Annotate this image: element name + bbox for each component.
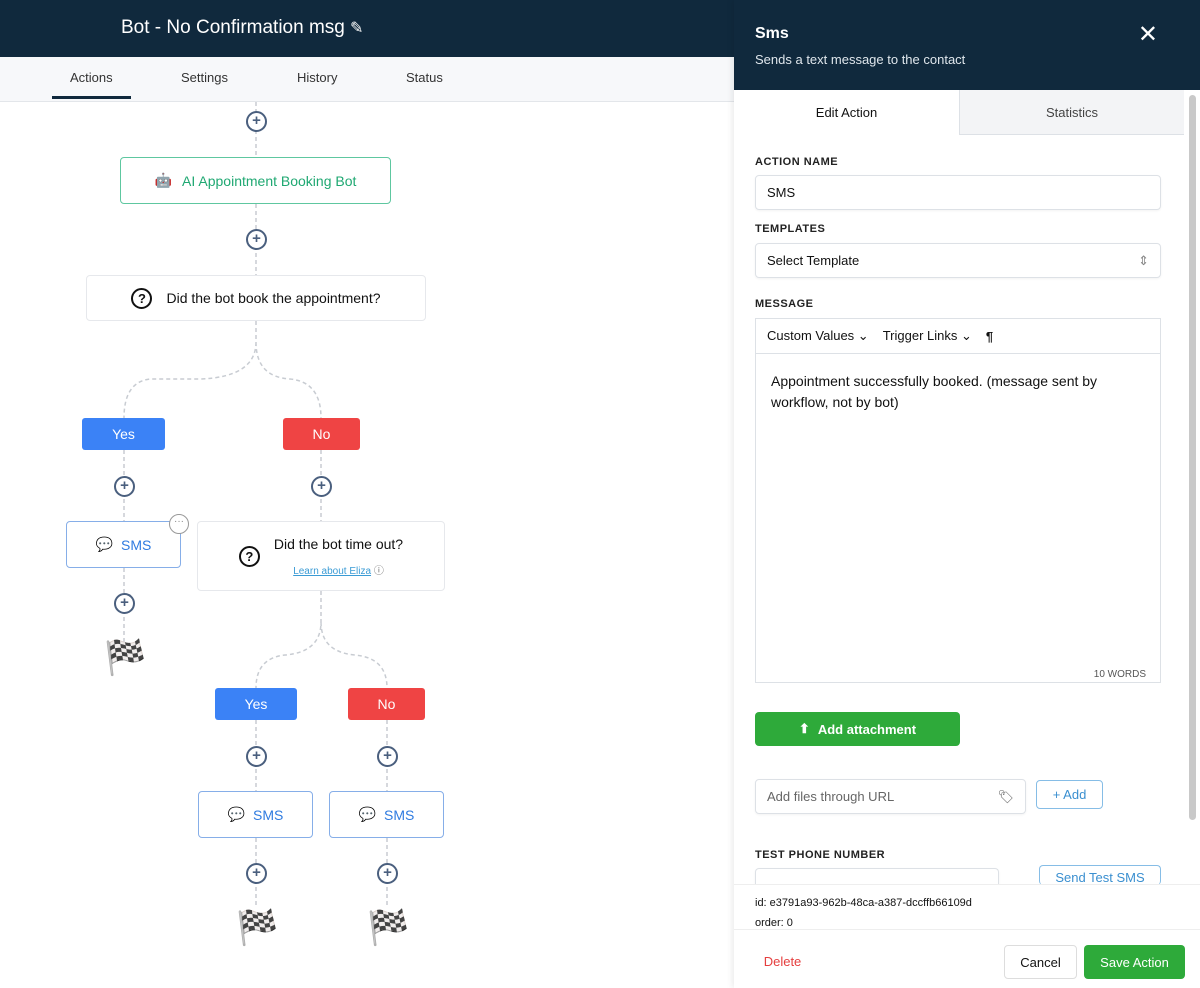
panel-tabs: Edit Action Statistics (734, 90, 1184, 135)
chat-icon: 💬 (95, 536, 114, 552)
robot-icon: 🤖 (154, 172, 173, 188)
question-icon: ? (238, 545, 260, 567)
paragraph-icon[interactable]: ¶ (986, 329, 993, 344)
close-icon[interactable]: ✕ (1138, 20, 1158, 49)
tab-actions[interactable]: Actions (52, 70, 131, 99)
cancel-button[interactable]: Cancel (1004, 945, 1077, 979)
sms-label: SMS (384, 806, 415, 823)
action-order: order: 0 (755, 917, 793, 929)
tab-edit-action[interactable]: Edit Action (734, 90, 959, 135)
branch-yes[interactable]: Yes (215, 688, 297, 720)
info-icon: ⓘ (373, 565, 384, 577)
action-id: id: e3791a93-962b-48ca-a387-dccffb66109d (755, 897, 972, 909)
chat-icon: 💬 (227, 806, 246, 822)
panel-subtitle: Sends a text message to the contact (755, 52, 966, 67)
tag-icon: 🏷 (997, 788, 1014, 804)
add-step-button[interactable]: + (114, 476, 135, 497)
workflow-canvas[interactable]: + 🤖 AI Appointment Booking Bot + ? Did t… (0, 102, 734, 988)
sms-label: SMS (253, 806, 284, 823)
add-step-button[interactable]: + (311, 476, 332, 497)
trigger-links-dropdown[interactable]: Trigger Links ⌄ (883, 328, 972, 344)
tab-settings[interactable]: Settings (181, 70, 228, 85)
sms-label: SMS (121, 536, 152, 553)
message-editor[interactable]: Custom Values ⌄ Trigger Links ⌄ ¶ Appoin… (755, 318, 1161, 683)
template-select[interactable]: Select Template ⇕ (755, 243, 1161, 278)
condition-node-2[interactable]: ? Did the bot time out? Learn about Eliz… (197, 521, 445, 591)
end-flag-icon: 🏁 (236, 909, 279, 947)
delete-button[interactable]: Delete (755, 945, 810, 978)
edit-title-pencil-icon[interactable]: ✎ (350, 18, 363, 38)
action-name-input[interactable]: SMS (755, 175, 1161, 210)
add-url-button[interactable]: + Add (1036, 780, 1103, 809)
end-flag-icon: 🏁 (367, 909, 410, 947)
panel-title: Sms (755, 25, 789, 42)
tab-bar: Actions Settings History Status (0, 57, 734, 102)
tab-status[interactable]: Status (406, 70, 443, 85)
sms-node[interactable]: 💬 SMS (198, 791, 313, 838)
tab-statistics[interactable]: Statistics (959, 90, 1184, 135)
question-icon: ? (131, 287, 153, 309)
condition-label: Did the bot time out? (273, 535, 404, 552)
bot-node-label: AI Appointment Booking Bot (182, 172, 357, 189)
branch-yes[interactable]: Yes (82, 418, 165, 450)
templates-label: TEMPLATES (755, 223, 826, 235)
top-bar: Bot - No Confirmation msg ✎ (0, 0, 734, 57)
panel-scrollbar[interactable] (1189, 95, 1196, 820)
action-name-label: ACTION NAME (755, 156, 839, 168)
save-action-button[interactable]: Save Action (1084, 945, 1185, 979)
workflow-title: Bot - No Confirmation msg (121, 17, 345, 38)
message-text[interactable]: Appointment successfully booked. (messag… (756, 354, 1160, 430)
sms-node[interactable]: 💬 SMS (329, 791, 444, 838)
add-attachment-button[interactable]: ⬆ Add attachment (755, 712, 960, 746)
add-step-button[interactable]: + (246, 111, 267, 132)
url-input[interactable]: Add files through URL 🏷 (755, 779, 1026, 814)
send-test-sms-button[interactable]: Send Test SMS (1039, 865, 1161, 885)
more-options-icon[interactable]: ··· (169, 514, 189, 534)
panel-header: Sms Sends a text message to the contact … (734, 0, 1200, 90)
custom-values-dropdown[interactable]: Custom Values ⌄ (767, 328, 869, 344)
action-panel: Sms Sends a text message to the contact … (734, 0, 1200, 988)
branch-no[interactable]: No (348, 688, 425, 720)
sms-node[interactable]: 💬 SMS (66, 521, 181, 568)
tab-history[interactable]: History (297, 70, 337, 85)
action-meta: id: e3791a93-962b-48ca-a387-dccffb66109d… (734, 884, 1200, 930)
condition-node[interactable]: ? Did the bot book the appointment? (86, 275, 426, 321)
add-step-button[interactable]: + (377, 746, 398, 767)
condition-label: Did the bot book the appointment? (166, 290, 381, 306)
add-step-button[interactable]: + (246, 863, 267, 884)
test-phone-label: TEST PHONE NUMBER (755, 849, 886, 861)
add-step-button[interactable]: + (246, 229, 267, 250)
learn-about-eliza-link[interactable]: Learn about Eliza (293, 566, 371, 577)
upload-icon: ⬆ (798, 721, 810, 736)
add-step-button[interactable]: + (246, 746, 267, 767)
template-select-value: Select Template (767, 253, 860, 268)
add-step-button[interactable]: + (377, 863, 398, 884)
message-label: MESSAGE (755, 298, 814, 310)
add-step-button[interactable]: + (114, 593, 135, 614)
ai-bot-node[interactable]: 🤖 AI Appointment Booking Bot (120, 157, 391, 204)
select-arrows-icon: ⇕ (1138, 252, 1149, 268)
editor-toolbar: Custom Values ⌄ Trigger Links ⌄ ¶ (756, 319, 1160, 354)
end-flag-icon: 🏁 (104, 639, 147, 677)
branch-no[interactable]: No (283, 418, 360, 450)
word-count: 10 WORDS (1093, 669, 1146, 680)
chat-icon: 💬 (358, 806, 377, 822)
